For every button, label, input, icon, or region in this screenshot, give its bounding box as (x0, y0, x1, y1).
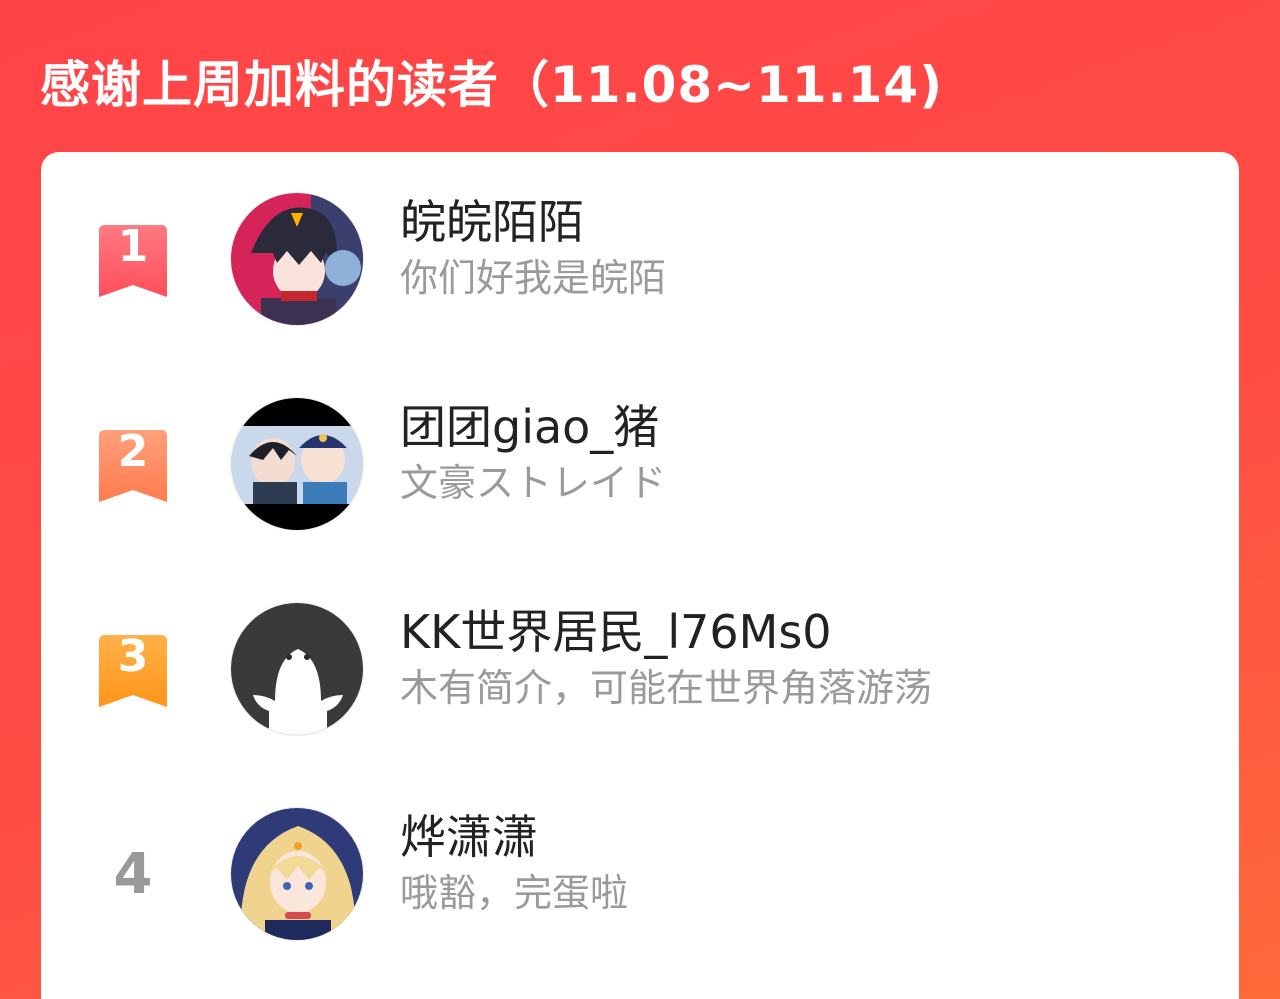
reader-avatar-1[interactable] (230, 192, 364, 326)
rank-number: 4 (113, 842, 153, 907)
reader-bio: 文豪ストレイド (400, 461, 667, 505)
rank-number: 2 (117, 426, 149, 477)
rank-badge-3: 3 (99, 631, 167, 709)
reader-row-2[interactable]: 2 团团giao_猪 文豪ストレイド (41, 397, 1239, 547)
reader-name[interactable]: 皖皖陌陌 (400, 194, 584, 250)
anime-avatar-icon (231, 398, 363, 530)
reader-avatar-3[interactable] (230, 602, 364, 736)
rank-number: 3 (117, 631, 149, 682)
reader-row-1[interactable]: 1 皖皖陌陌 你们好我是皖陌 (41, 192, 1239, 342)
reader-name[interactable]: 团团giao_猪 (400, 399, 659, 455)
reader-name[interactable]: 烨潇潇 (400, 809, 538, 865)
reader-avatar-4[interactable] (230, 807, 364, 941)
reader-row-4[interactable]: 4 烨潇潇 哦豁，完蛋啦 (41, 807, 1239, 957)
rank-number: 1 (117, 221, 149, 272)
anime-avatar-icon (231, 193, 363, 325)
reader-row-3[interactable]: 3 KK世界居民_l76Ms0 木有简介，可能在世界角落游荡 (41, 602, 1239, 752)
rank-badge-2: 2 (99, 426, 167, 504)
reader-bio: 你们好我是皖陌 (400, 256, 667, 300)
reader-bio: 木有简介，可能在世界角落游荡 (400, 666, 933, 710)
reader-list-card: 1 皖皖陌陌 你们好我是皖陌 2 团团giao_猪 文豪ストレイド 3 KK世界… (41, 152, 1239, 999)
anime-avatar-icon (231, 808, 363, 940)
reader-name[interactable]: KK世界居民_l76Ms0 (400, 604, 832, 660)
rank-badge-1: 1 (99, 221, 167, 299)
reader-avatar-2[interactable] (230, 397, 364, 531)
page-title: 感谢上周加料的读者（11.08~11.14) (40, 56, 944, 114)
default-ghost-avatar-icon (231, 603, 363, 735)
reader-bio: 哦豁，完蛋啦 (400, 871, 629, 915)
leaderboard-page: 感谢上周加料的读者（11.08~11.14) 1 皖皖陌陌 你们好我是皖陌 2 … (0, 0, 1280, 999)
